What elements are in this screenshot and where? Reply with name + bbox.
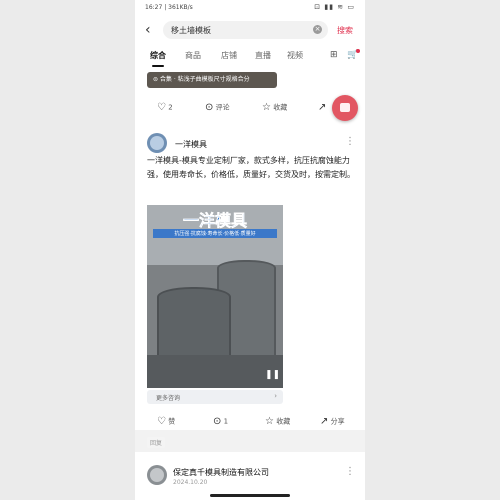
video-floor: [147, 355, 283, 388]
tab-bar: 综合 商品 店铺 直播 视频 ⊞ 🛒: [135, 44, 365, 69]
cart-badge: [356, 49, 360, 53]
home-indicator: [210, 494, 290, 497]
video-subtitle: 抗压强·抗腐蚀·寿命长·价格低·质量好: [153, 229, 277, 238]
phone-screen: 16:27 | 361KB/s ⊡ ▮▮ ≋ ▭ ‹ 移土墙模板 × 搜索 综合…: [135, 0, 365, 500]
tab-goods[interactable]: 商品: [185, 50, 201, 61]
tab-shops[interactable]: 店铺: [221, 50, 237, 61]
star-icon: ☆: [265, 416, 274, 427]
tab-video[interactable]: 视频: [287, 50, 303, 61]
clear-icon[interactable]: ×: [313, 25, 322, 34]
like-count: 2: [168, 103, 173, 112]
like-label: 赞: [168, 417, 176, 426]
consult-link[interactable]: 更多咨询 ›: [147, 390, 283, 404]
search-row: ‹ 移土墙模板 × 搜索: [135, 16, 365, 44]
next-post-author[interactable]: 保定真千模具制造有限公司: [173, 467, 269, 478]
tab-underline: [152, 65, 164, 67]
post-body: 一洋模具-模具专业定制厂家，款式多样，抗压抗腐蚀能力强，使用寿命长，价格低，质量…: [147, 156, 355, 179]
heart-icon: ♡: [157, 102, 166, 113]
top-card[interactable]: ⊜ 合集 · 粘浅子曲模板尺寸规格合分 ♡ 2 ⊙ 评论 ☆ 收藏 ↗: [135, 68, 365, 125]
consult-label: 更多咨询: [156, 395, 181, 402]
status-bar: 16:27 | 361KB/s ⊡ ▮▮ ≋ ▭: [135, 0, 365, 16]
comment-button[interactable]: ⊙ 1: [213, 416, 228, 427]
post-actions: ♡ 赞 ⊙ 1 ☆ 收藏 ↗ 分享: [135, 412, 365, 432]
back-icon[interactable]: ‹: [145, 22, 151, 38]
status-icons: ⊡ ▮▮ ≋ ▭: [314, 3, 355, 11]
pause-icon[interactable]: ❚❚: [265, 370, 280, 380]
chevron-right-icon: ›: [274, 392, 277, 400]
share-button[interactable]: ↗: [318, 102, 326, 113]
heart-icon: ♡: [157, 416, 166, 427]
share-button[interactable]: ↗ 分享: [320, 416, 345, 427]
like-button[interactable]: ♡ 赞: [157, 416, 175, 427]
star-icon: ☆: [262, 102, 271, 113]
avatar[interactable]: [147, 133, 167, 153]
video-player[interactable]: 一洋模具 抗压强·抗腐蚀·寿命长·价格低·质量好 ❚❚: [147, 205, 283, 388]
status-time: 16:27 | 361KB/s: [145, 4, 193, 11]
search-input[interactable]: 移土墙模板 ×: [163, 21, 328, 39]
search-query: 移土墙模板: [171, 26, 211, 35]
collect-button[interactable]: ☆ 收藏: [262, 102, 287, 113]
collection-banner[interactable]: ⊜ 合集 · 粘浅子曲模板尺寸规格合分: [147, 72, 277, 88]
comment-label: 评论: [215, 103, 230, 112]
like-button[interactable]: ♡ 2: [157, 102, 173, 113]
share-icon: ↗: [318, 102, 327, 113]
tab-all[interactable]: 综合: [150, 50, 166, 61]
avatar-image: [150, 468, 164, 482]
collect-button[interactable]: ☆ 收藏: [265, 416, 290, 427]
share-label: 分享: [330, 417, 345, 426]
comment-count: 1: [223, 417, 229, 426]
bag-icon: [340, 103, 350, 112]
reply-tag[interactable]: 回复: [147, 437, 166, 448]
avatar[interactable]: [147, 465, 167, 485]
collect-label: 收藏: [273, 103, 288, 112]
comment-icon: ⊙: [205, 102, 214, 113]
more-icon[interactable]: ⋮: [345, 136, 355, 147]
shop-bag-button[interactable]: [332, 95, 358, 121]
post-author[interactable]: 一洋模具: [175, 139, 207, 150]
more-icon[interactable]: ⋮: [345, 466, 355, 477]
comment-button[interactable]: ⊙ 评论: [205, 102, 230, 113]
collect-label: 收藏: [276, 417, 291, 426]
comment-icon: ⊙: [213, 416, 222, 427]
avatar-image: [150, 136, 164, 150]
search-button[interactable]: 搜索: [337, 25, 353, 36]
next-post-date: 2024.10.20: [173, 479, 208, 486]
video-title: 一洋模具: [182, 211, 248, 231]
tab-live[interactable]: 直播: [255, 50, 271, 61]
top-card-actions: ♡ 2 ⊙ 评论 ☆ 收藏 ↗: [135, 98, 365, 118]
filter-icon[interactable]: ⊞: [330, 50, 338, 60]
share-icon: ↗: [320, 416, 329, 427]
